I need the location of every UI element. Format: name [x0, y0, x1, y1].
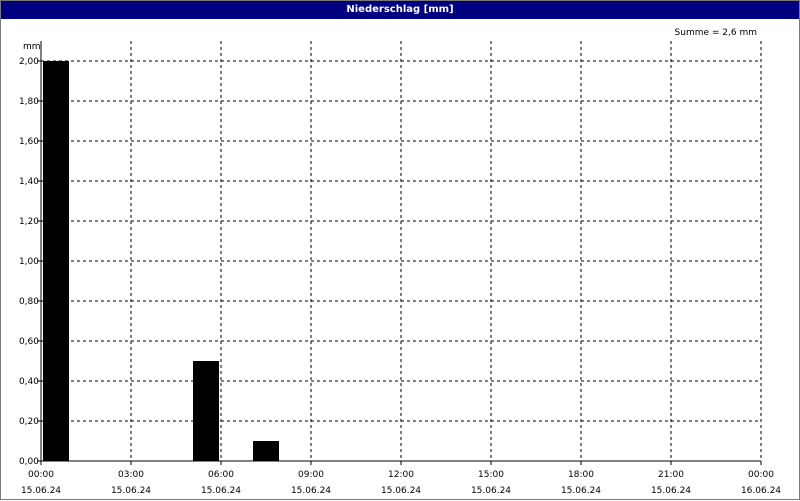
y-tick-label: 0,00: [19, 457, 39, 467]
sum-label: Summe = 2,6 mm: [675, 28, 757, 38]
x-tick-time-label: 03:00: [118, 470, 144, 480]
chart-canvas: Summe = 2,6 mm mm 0,00 0,20 0,40 0,60 0,80 1,…: [19, 28, 781, 496]
x-tick-date-label: 15.06.24: [201, 486, 241, 496]
y-tick-label: 1,60: [19, 137, 39, 147]
y-tick-label: 1,00: [19, 257, 39, 267]
x-tick-time-label: 21:00: [658, 470, 684, 480]
y-tick-label: 0,20: [19, 417, 39, 427]
x-tick-date-label: 16.06.24: [741, 486, 781, 496]
precipitation-bar: [253, 441, 279, 461]
x-tick-date-label: 15.06.24: [651, 486, 691, 496]
y-tick-label: 0,80: [19, 297, 39, 307]
y-tick-label: 2,00: [19, 57, 39, 67]
x-tick-time-label: 15:00: [478, 470, 504, 480]
x-tick-time-label: 00:00: [748, 470, 774, 480]
x-tick-date-label: 15.06.24: [381, 486, 421, 496]
chart-window: Niederschlag [mm] Summe = 2,6 mm mm 0,00…: [0, 0, 800, 500]
x-tick-time-label: 18:00: [568, 470, 594, 480]
x-tick-date-label: 15.06.24: [471, 486, 511, 496]
y-tick-label: 0,60: [19, 337, 39, 347]
y-tick-label: 1,20: [19, 217, 39, 227]
precipitation-bar: [193, 361, 219, 461]
y-tick-label: 1,40: [19, 177, 39, 187]
y-tick-label: 0,40: [19, 377, 39, 387]
x-tick-time-label: 06:00: [208, 470, 234, 480]
x-tick-time-label: 12:00: [388, 470, 414, 480]
precipitation-bar: [43, 61, 69, 461]
x-tick-date-label: 15.06.24: [561, 486, 601, 496]
x-tick-time-label: 09:00: [298, 470, 324, 480]
x-tick-date-label: 15.06.24: [291, 486, 331, 496]
x-tick-date-label: 15.06.24: [21, 486, 61, 496]
x-tick-time-label: 00:00: [28, 470, 54, 480]
x-tick-date-label: 15.06.24: [111, 486, 151, 496]
y-axis-unit-label: mm: [23, 42, 41, 52]
y-tick-label: 1,80: [19, 97, 39, 107]
